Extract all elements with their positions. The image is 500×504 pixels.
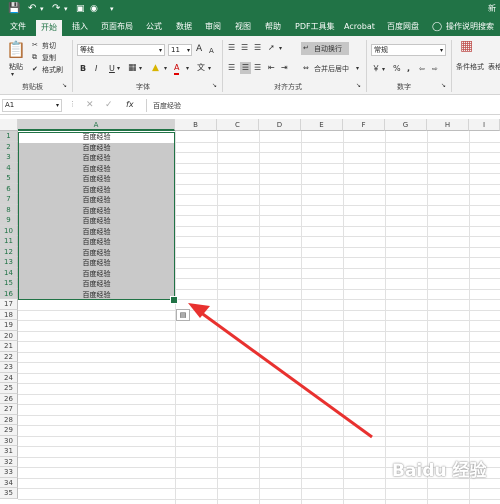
- annotation-arrow: [188, 303, 373, 439]
- arrow-shaft: [199, 310, 373, 439]
- baidu-watermark: Baidu 经验: [392, 461, 487, 481]
